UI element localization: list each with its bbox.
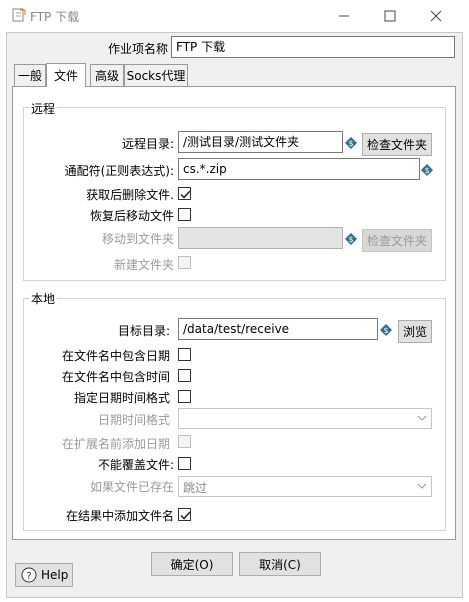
svg-text:$: $ bbox=[424, 166, 429, 175]
tab-general-label: 一般 bbox=[17, 69, 42, 83]
window-title: FTP 下载 bbox=[30, 10, 80, 24]
no-overwrite-label: 不能覆盖文件: bbox=[97, 458, 174, 472]
delete-after-checkbox[interactable] bbox=[178, 187, 191, 200]
minimize-icon bbox=[339, 15, 349, 17]
tab-socks-proxy[interactable]: Socks代理 bbox=[124, 64, 188, 86]
tab-file-label: 文件 bbox=[53, 69, 78, 83]
specify-format-checkbox[interactable] bbox=[178, 390, 191, 403]
svg-text:$: $ bbox=[383, 326, 388, 335]
ok-button[interactable]: 确定(O) bbox=[151, 552, 233, 576]
include-time-checkbox[interactable] bbox=[178, 369, 191, 382]
check-folder-button[interactable]: 检查文件夹 bbox=[362, 133, 432, 156]
move-to-label: 移动到文件夹 bbox=[101, 232, 174, 246]
help-icon: ? bbox=[21, 567, 37, 583]
include-date-label: 在文件名中包含日期 bbox=[61, 349, 170, 363]
include-date-checkbox[interactable] bbox=[178, 348, 191, 361]
remote-group-title: 远程 bbox=[29, 100, 58, 117]
local-group-title: 本地 bbox=[29, 290, 58, 307]
maximize-button[interactable] bbox=[367, 0, 413, 32]
if-exists-label: 如果文件已存在 bbox=[89, 480, 174, 494]
remote-dir-label: 远程目录: bbox=[121, 137, 174, 151]
checkmark-icon bbox=[180, 190, 191, 199]
variable-icon[interactable]: $ bbox=[345, 137, 357, 149]
add-to-result-label: 在结果中添加文件名 bbox=[65, 509, 174, 523]
checkmark-icon bbox=[180, 511, 191, 520]
add-date-ext-label: 在扩展名前添加日期 bbox=[61, 437, 170, 451]
tab-socks-label: Socks代理 bbox=[126, 69, 186, 83]
cancel-button[interactable]: 取消(C) bbox=[239, 552, 321, 576]
datetime-format-label: 日期时间格式 bbox=[97, 413, 170, 427]
include-time-label: 在文件名中包含时间 bbox=[61, 370, 170, 384]
variable-icon[interactable]: $ bbox=[421, 164, 433, 176]
chevron-down-icon bbox=[417, 483, 427, 489]
check-folder-button-disabled[interactable]: 检查文件夹 bbox=[362, 229, 432, 252]
specify-format-label: 指定日期时间格式 bbox=[73, 391, 170, 405]
add-date-ext-checkbox[interactable] bbox=[178, 435, 191, 448]
minimize-button[interactable] bbox=[321, 0, 367, 32]
tab-advanced-label: 高级 bbox=[94, 69, 119, 83]
close-icon bbox=[430, 10, 442, 22]
move-to-input[interactable] bbox=[178, 227, 343, 249]
remote-dir-input[interactable]: /测试目录/测试文件夹 bbox=[178, 131, 343, 153]
wildcard-label: 通配符(正则表达式): bbox=[64, 164, 174, 178]
create-folder-checkbox[interactable] bbox=[178, 256, 191, 269]
svg-text:$: $ bbox=[348, 139, 353, 148]
svg-text:?: ? bbox=[26, 571, 31, 582]
delete-after-label: 获取后删除文件. bbox=[86, 188, 174, 202]
tab-file[interactable]: 文件 bbox=[46, 63, 86, 87]
if-exists-value: 跳过 bbox=[183, 481, 208, 495]
title-bar: FTP 下载 bbox=[0, 0, 469, 32]
datetime-format-select[interactable] bbox=[178, 408, 432, 429]
help-button-label: Help bbox=[41, 568, 69, 582]
help-button[interactable]: ? Help bbox=[15, 563, 73, 587]
if-exists-select[interactable]: 跳过 bbox=[178, 476, 432, 497]
job-name-input[interactable]: FTP 下载 bbox=[171, 36, 455, 58]
tab-general[interactable]: 一般 bbox=[14, 64, 46, 86]
no-overwrite-checkbox[interactable] bbox=[178, 457, 191, 470]
variable-icon[interactable]: $ bbox=[380, 324, 392, 336]
target-dir-input[interactable]: /data/test/receive bbox=[178, 318, 378, 340]
app-icon bbox=[12, 8, 26, 22]
target-dir-label: 目标目录: bbox=[117, 324, 170, 338]
browse-button[interactable]: 浏览 bbox=[398, 320, 432, 343]
maximize-icon bbox=[384, 10, 396, 22]
job-name-label: 作业项名称 bbox=[107, 42, 168, 56]
wildcard-input[interactable]: cs.*.zip bbox=[178, 158, 420, 180]
close-button[interactable] bbox=[413, 0, 459, 32]
move-after-checkbox[interactable] bbox=[178, 208, 191, 221]
tab-advanced[interactable]: 高级 bbox=[90, 64, 124, 86]
variable-icon[interactable]: $ bbox=[345, 233, 357, 245]
add-to-result-checkbox[interactable] bbox=[178, 508, 191, 521]
create-folder-label: 新建文件夹 bbox=[113, 258, 174, 272]
svg-text:$: $ bbox=[348, 235, 353, 244]
move-after-label: 恢复后移动文件 bbox=[89, 209, 174, 223]
chevron-down-icon bbox=[417, 415, 427, 421]
